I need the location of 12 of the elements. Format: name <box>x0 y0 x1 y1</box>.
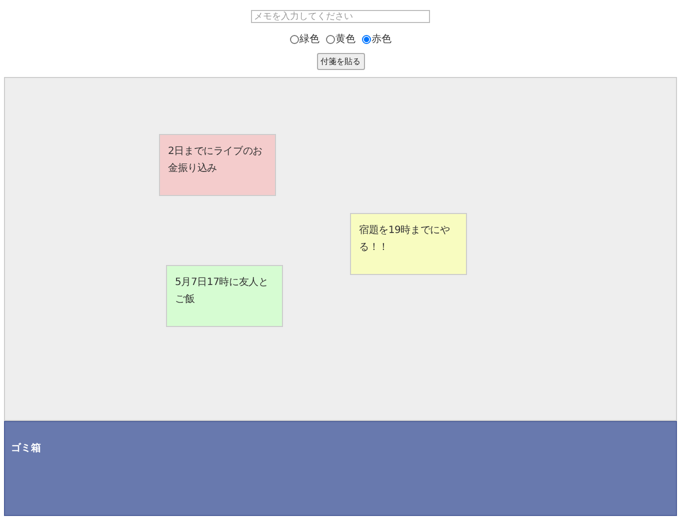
radio-label: 赤色 <box>372 32 392 46</box>
color-radio[interactable] <box>362 34 370 44</box>
post-button[interactable]: 付箋を貼る <box>316 53 364 70</box>
trash-label: ゴミ箱 <box>11 443 41 454</box>
radio-label: 緑色 <box>300 33 320 46</box>
sticky-note[interactable]: 5月7日17時に友人とご飯 <box>166 265 283 327</box>
radio-label: 黄色 <box>336 32 356 46</box>
color-radio[interactable] <box>290 34 298 44</box>
color-radio[interactable] <box>326 34 334 44</box>
memo-field[interactable]: メモを入力してください <box>251 10 430 23</box>
sticky-note[interactable]: 宿題を19時までにやる！！ <box>350 213 467 275</box>
sticky-note[interactable]: 2日までにライブのお金振り込み <box>159 134 276 196</box>
